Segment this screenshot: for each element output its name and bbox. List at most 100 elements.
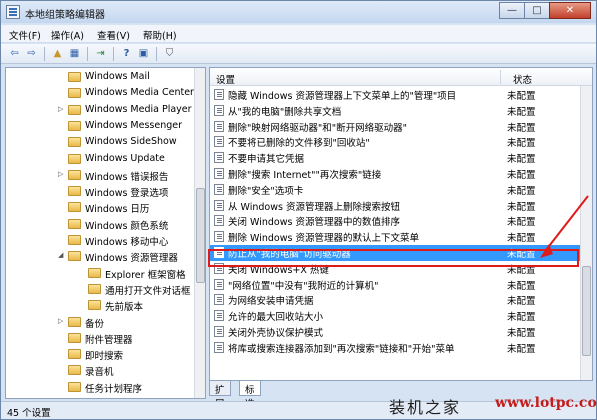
tree-expand-arrow-icon[interactable]: ▷ xyxy=(58,317,66,325)
tab-standard[interactable]: 标准 xyxy=(239,381,261,410)
toolbar-separator xyxy=(156,47,157,61)
column-header-setting[interactable]: 设置 xyxy=(216,72,235,86)
tree-item[interactable]: ▷ 备份 xyxy=(6,315,194,331)
tree-item[interactable]: ◢ Windows 资源管理器 xyxy=(6,249,194,265)
folder-icon xyxy=(68,251,81,262)
policy-setting-icon xyxy=(214,136,224,148)
folder-icon xyxy=(68,365,81,376)
export-icon[interactable]: ⇥ xyxy=(93,47,108,61)
menu-file[interactable]: 文件(F) xyxy=(9,28,41,42)
tree-item[interactable]: 附件管理器 xyxy=(6,331,194,347)
setting-state: 未配置 xyxy=(507,106,536,118)
list-header: 设置 状态 xyxy=(210,68,592,86)
list-item[interactable]: 允许的最大回收站大小 未配置 xyxy=(210,308,580,324)
tree-expand-arrow-icon[interactable]: ◢ xyxy=(58,251,66,259)
watermark-url: www.lotpc.com xyxy=(495,395,597,411)
tree-scrollbar[interactable] xyxy=(194,68,205,398)
properties-icon[interactable]: ▣ xyxy=(136,47,151,61)
tree-item-label: Windows 错误报告 xyxy=(85,171,169,183)
folder-icon xyxy=(68,169,81,180)
tree-item-label: 即时搜索 xyxy=(85,351,124,363)
folder-icon xyxy=(68,153,81,164)
tree-item[interactable]: 先前版本 xyxy=(6,298,194,314)
setting-state: 未配置 xyxy=(507,249,536,260)
tree-item[interactable]: Windows 登录选项 xyxy=(6,184,194,200)
tree-item[interactable]: 任务计划程序 xyxy=(6,380,194,396)
folder-icon xyxy=(68,104,81,115)
list-item[interactable]: 关闭 Windows+X 热键 未配置 xyxy=(210,261,580,277)
list-item[interactable]: 从 Windows 资源管理器上删除搜索按钮 未配置 xyxy=(210,198,580,214)
setting-state: 未配置 xyxy=(507,217,536,229)
tree-item[interactable]: Windows 移动中心 xyxy=(6,233,194,249)
setting-state: 未配置 xyxy=(507,91,536,102)
setting-name: 为网络安装申请凭据 xyxy=(228,296,314,308)
policy-setting-icon xyxy=(214,247,224,258)
help-icon[interactable]: ? xyxy=(119,47,134,61)
menu-help[interactable]: 帮助(H) xyxy=(143,28,177,42)
column-header-state[interactable]: 状态 xyxy=(513,72,532,86)
setting-name: 不要申请其它凭据 xyxy=(228,154,305,166)
list-item[interactable]: 为网络安装申请凭据 未配置 xyxy=(210,292,580,308)
list-item[interactable]: 删除"映射网络驱动器"和"断开网络驱动器" 未配置 xyxy=(210,119,580,135)
setting-state: 未配置 xyxy=(507,264,536,276)
tree-item[interactable]: Windows 颜色系统 xyxy=(6,217,194,233)
tree-item[interactable]: Windows Messenger xyxy=(6,119,194,135)
forward-arrow-icon[interactable]: ⇨ xyxy=(24,47,39,61)
folder-icon xyxy=(68,235,81,245)
tree-expand-arrow-icon[interactable]: ▷ xyxy=(58,105,66,113)
console-tree-icon[interactable]: ▦ xyxy=(67,47,82,61)
list-scrollbar-thumb[interactable] xyxy=(582,266,591,356)
back-arrow-icon[interactable]: ⇦ xyxy=(7,47,22,61)
list-item[interactable]: 从"我的电脑"删除共享文档 未配置 xyxy=(210,103,580,119)
list-item[interactable]: 隐藏 Windows 资源管理器上下文菜单上的"管理"项目 未配置 xyxy=(210,87,580,103)
minimize-button[interactable]: — xyxy=(499,2,525,19)
list-item[interactable]: 删除 Windows 资源管理器的默认上下文菜单 未配置 xyxy=(210,229,580,245)
maximize-button[interactable]: □ xyxy=(524,2,550,19)
folder-up-icon[interactable]: ▲ xyxy=(50,47,65,61)
tree-item[interactable]: Windows Media Center xyxy=(6,86,194,102)
column-divider[interactable] xyxy=(500,70,501,84)
tree-item[interactable]: Windows 日历 xyxy=(6,200,194,216)
tree-item[interactable]: 通用打开文件对话框 xyxy=(6,282,194,298)
list-item[interactable]: "网络位置"中没有"我附近的计算机" 未配置 xyxy=(210,277,580,293)
folder-icon xyxy=(88,300,101,311)
setting-name: 删除"安全"选项卡 xyxy=(228,185,304,197)
close-button[interactable]: ✕ xyxy=(549,2,591,19)
list-item[interactable]: 删除"搜索 Internet""再次搜索"链接 未配置 xyxy=(210,166,580,182)
list-item[interactable]: 将库或搜索连接器添加到"再次搜索"链接和"开始"菜单 未配置 xyxy=(210,340,580,356)
folder-icon xyxy=(68,120,81,131)
policy-editor-app-icon xyxy=(6,5,20,19)
tree-item[interactable]: 录音机 xyxy=(6,363,194,379)
folder-icon xyxy=(68,316,81,327)
tree-item[interactable]: ▷ Windows Media Player xyxy=(6,103,194,119)
tab-extended[interactable]: 扩展 xyxy=(209,381,231,410)
list-item[interactable]: 关闭外壳协议保护模式 未配置 xyxy=(210,324,580,340)
title-bar[interactable]: 本地组策略编辑器 — □ ✕ xyxy=(1,1,596,23)
menu-action[interactable]: 操作(A) xyxy=(51,28,84,42)
setting-name: 将库或搜索连接器添加到"再次搜索"链接和"开始"菜单 xyxy=(228,343,455,355)
list-item[interactable]: 不要申请其它凭据 未配置 xyxy=(210,150,580,166)
menu-bar: 文件(F) 操作(A) 查看(V) 帮助(H) xyxy=(1,25,596,43)
list-item[interactable]: 关闭 Windows 资源管理器中的数值排序 未配置 xyxy=(210,213,580,229)
tree-item[interactable]: Windows Update xyxy=(6,152,194,168)
tree-item[interactable]: 即时搜索 xyxy=(6,347,194,363)
setting-state: 未配置 xyxy=(507,201,536,213)
list-item[interactable]: 不要将已删除的文件移到"回收站" 未配置 xyxy=(210,134,580,150)
list-item[interactable]: 删除"安全"选项卡 未配置 xyxy=(210,182,580,198)
filter-icon[interactable]: ⛉ xyxy=(162,47,177,61)
setting-name: 从"我的电脑"删除共享文档 xyxy=(228,106,342,118)
list-item-selected[interactable]: 防止从"我的电脑"访问驱动器 未配置 xyxy=(210,245,580,261)
menu-view[interactable]: 查看(V) xyxy=(97,28,130,42)
tree-expand-arrow-icon[interactable]: ▷ xyxy=(58,170,66,178)
tree-item[interactable]: Windows SideShow xyxy=(6,135,194,151)
tree-scrollbar-thumb[interactable] xyxy=(196,188,205,283)
tree-item[interactable]: Explorer 框架窗格 xyxy=(6,266,194,282)
console-tree-pane[interactable]: Windows Mail Windows Media Center ▷ Windows… xyxy=(5,67,206,399)
list-scrollbar[interactable] xyxy=(580,86,592,380)
tree-item-label: 任务计划程序 xyxy=(85,383,143,395)
folder-icon xyxy=(68,88,81,99)
tree-item[interactable]: ▷ Windows 错误报告 xyxy=(6,168,194,184)
policy-setting-icon xyxy=(214,120,224,132)
watermark-chinese: 装机之家 xyxy=(389,398,462,417)
tree-item[interactable]: Windows Mail xyxy=(6,70,194,86)
